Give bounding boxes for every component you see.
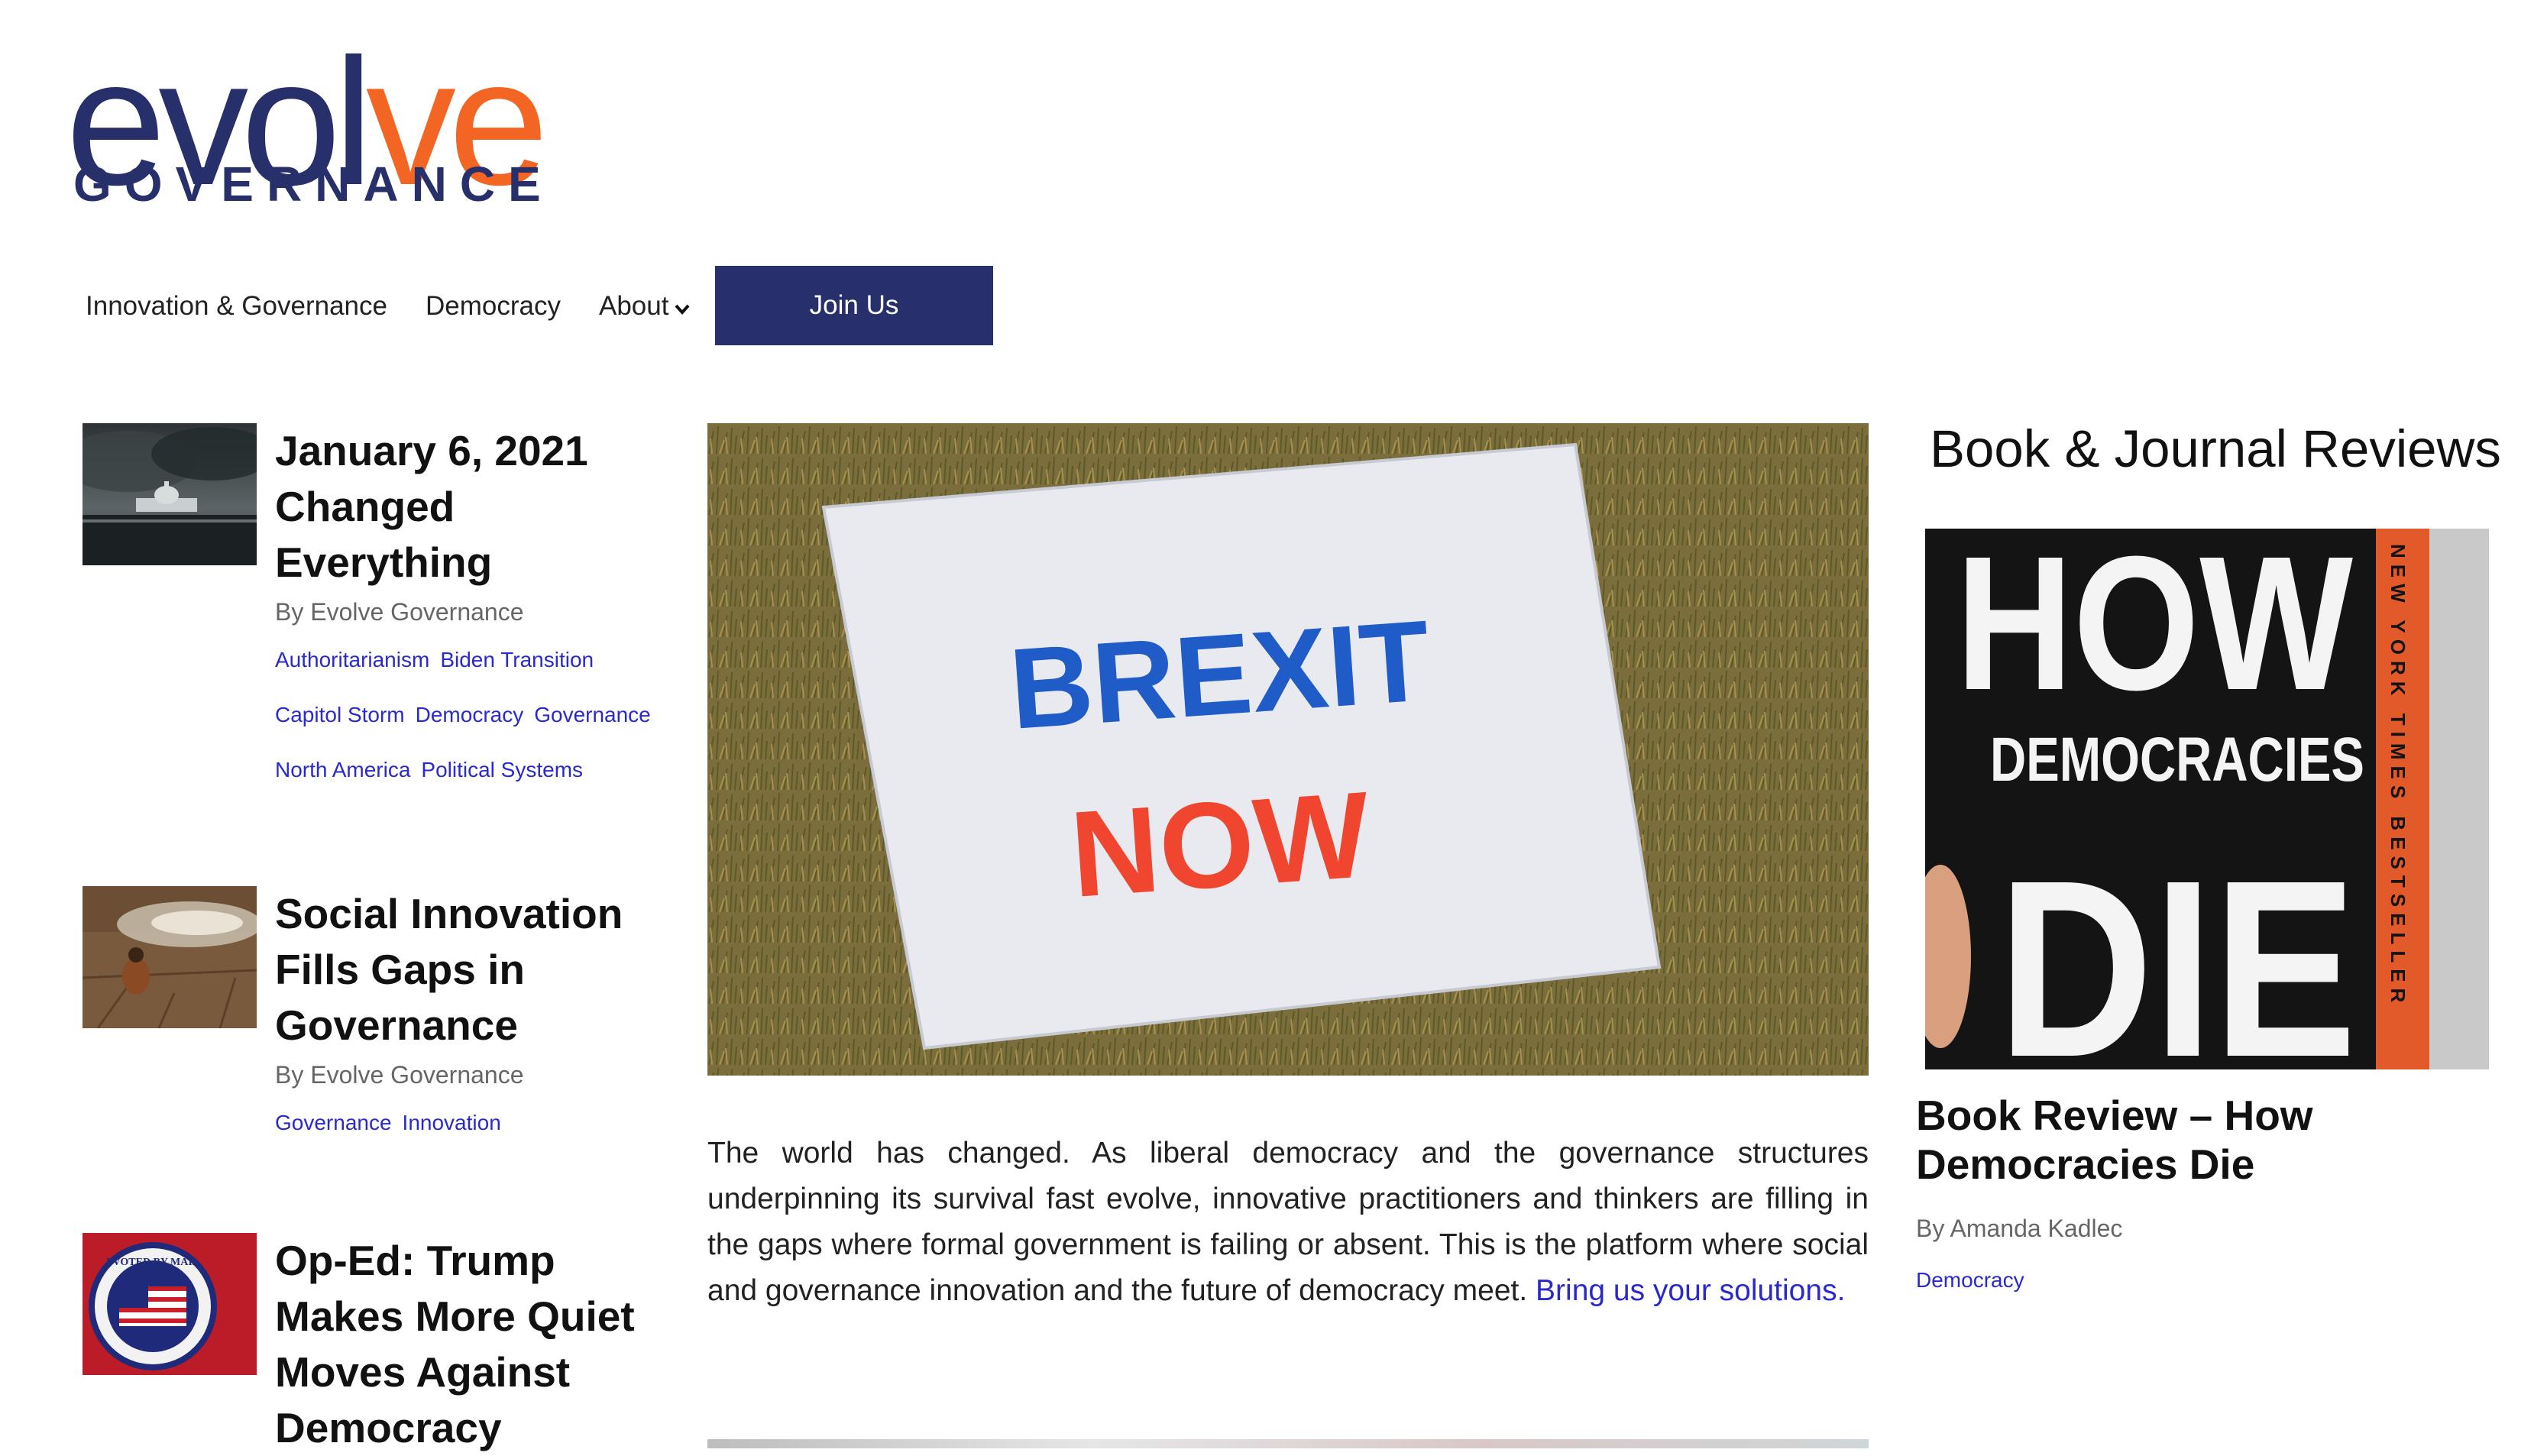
post-thumbnail-voted-by-mail[interactable]: I VOTED BY MAIL: [83, 1233, 257, 1375]
tag-link[interactable]: Democracy: [1916, 1268, 2024, 1293]
nav-item-about-label: About: [598, 291, 669, 321]
tag-link[interactable]: Democracy: [416, 703, 524, 726]
post-title[interactable]: Op-Ed: Trump Makes More Quiet Moves Agai…: [275, 1233, 672, 1456]
nav-item-democracy[interactable]: Democracy: [426, 291, 561, 322]
logo-subtitle: GOVERNANCE: [73, 157, 554, 212]
tag-link[interactable]: Governance: [275, 1111, 392, 1134]
post-body: Social Innovation Fills Gaps in Governan…: [275, 886, 672, 1150]
review-byline: By Amanda Kadlec: [1916, 1215, 2123, 1242]
post-tags: Authoritarianism Biden Transition Capitol…: [275, 633, 672, 798]
tag-link[interactable]: Political Systems: [421, 758, 583, 781]
book-title-die: DIE: [1998, 827, 2357, 1069]
post-title[interactable]: Social Innovation Fills Gaps in Governan…: [275, 886, 672, 1053]
book-title-how: HOW: [1956, 529, 2353, 730]
tag-link[interactable]: Governance: [534, 703, 651, 726]
tag-link[interactable]: Authoritarianism: [275, 648, 429, 671]
post-byline: By Evolve Governance: [275, 1061, 524, 1089]
post-body: Op-Ed: Trump Makes More Quiet Moves Agai…: [275, 1233, 672, 1456]
main-nav: Innovation & Governance Democracy About: [86, 266, 728, 347]
book-spine-text: NEW YORK TIMES BESTSELLER: [2387, 544, 2409, 1008]
nav-item-about[interactable]: About: [599, 291, 690, 322]
book-cover-image[interactable]: HOW DEMOCRACIES DIE NEW YORK TIMES BESTS…: [1925, 529, 2489, 1069]
post-byline: By Evolve Governance: [275, 598, 524, 626]
nav-item-innovation-governance[interactable]: Innovation & Governance: [86, 291, 387, 322]
sign-text-now: NOW: [1066, 765, 1374, 923]
post-thumbnail-capitol[interactable]: [83, 423, 257, 565]
book-title-democracies: DEMOCRACIES: [1990, 725, 2364, 794]
post-thumbnail-drought[interactable]: [83, 886, 257, 1028]
intro-paragraph: The world has changed. As liberal democr…: [707, 1131, 1869, 1314]
tag-link[interactable]: Biden Transition: [440, 648, 594, 671]
tag-link[interactable]: North America: [275, 758, 410, 781]
join-us-button[interactable]: Join Us: [715, 266, 993, 345]
review-title[interactable]: Book Review – How Democracies Die: [1916, 1091, 2497, 1189]
stamp-text: I VOTED BY MAIL: [106, 1257, 199, 1268]
tag-link[interactable]: Capitol Storm: [275, 703, 405, 726]
post-title[interactable]: January 6, 2021 Changed Everything: [275, 423, 672, 590]
reviews-heading: Book & Journal Reviews: [1930, 419, 2501, 478]
site-logo[interactable]: evolve GOVERNANCE: [66, 32, 549, 215]
solutions-link[interactable]: Bring us your solutions.: [1536, 1274, 1845, 1307]
tag-link[interactable]: Innovation: [403, 1111, 501, 1134]
chevron-down-icon: [675, 296, 690, 320]
hero-image-brexit-sign[interactable]: BREXIT NOW: [707, 423, 1869, 1076]
next-image-edge: [707, 1439, 1869, 1448]
post-tags: Governance Innovation: [275, 1095, 672, 1150]
post-body: January 6, 2021 Changed Everything By Ev…: [275, 423, 672, 798]
